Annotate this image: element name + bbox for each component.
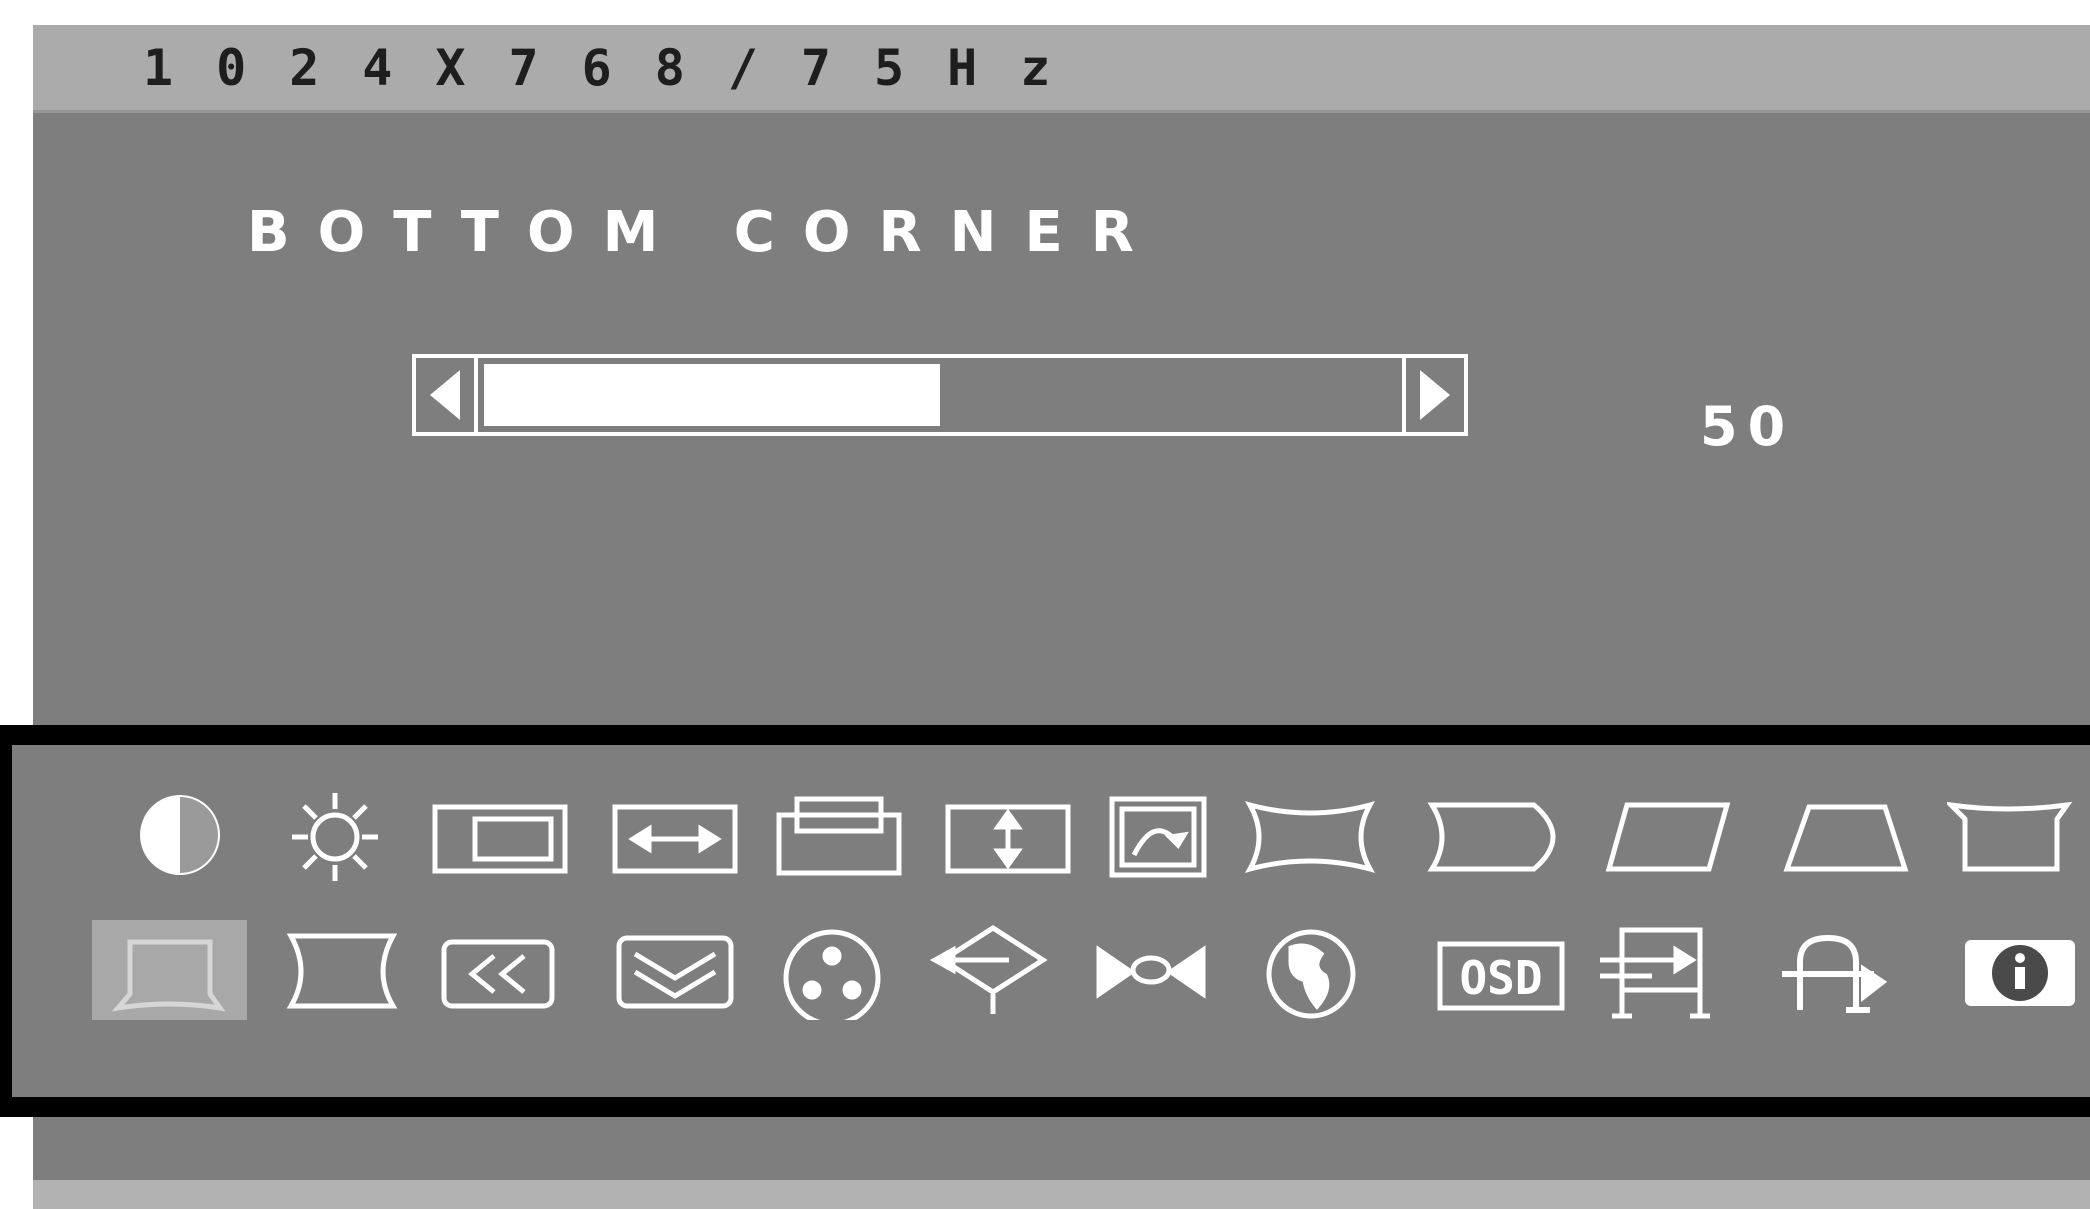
bottom-corner-slider[interactable] (412, 354, 1468, 436)
svg-text:OSD: OSD (1459, 951, 1542, 1005)
right-arrow-icon (1420, 370, 1450, 420)
resolution-readout: 1024X768/75Hz (143, 39, 1094, 97)
tilt-icon[interactable] (1104, 785, 1234, 885)
osd-position-icon[interactable] (1592, 920, 1722, 1020)
contrast-icon[interactable] (115, 785, 245, 885)
pincushion-icon[interactable] (1240, 785, 1376, 885)
slider-value: 50 (1700, 395, 1796, 458)
h-position-icon[interactable] (605, 785, 738, 885)
color-icon[interactable] (770, 920, 900, 1020)
h-size-icon[interactable] (425, 785, 568, 885)
bottom-strip (33, 1180, 2090, 1209)
top-corner-icon[interactable] (1947, 785, 2077, 885)
resolution-bar: 1024X768/75Hz (33, 25, 2090, 113)
v-position-icon[interactable] (938, 785, 1071, 885)
parallelogram-icon[interactable] (1597, 785, 1731, 885)
side-pincushion-icon[interactable] (277, 920, 407, 1020)
input-icon[interactable] (929, 920, 1059, 1020)
moire-icon[interactable] (432, 920, 562, 1020)
information-icon[interactable] (1957, 920, 2087, 1020)
pin-balance-icon[interactable] (1422, 785, 1556, 885)
language-icon[interactable] (1247, 920, 1377, 1020)
reset-icon[interactable] (1772, 920, 1902, 1020)
increase-arrow-button[interactable] (1402, 358, 1464, 432)
brightness-icon[interactable] (270, 785, 400, 885)
trapezoid-icon[interactable] (1777, 785, 1909, 885)
decrease-arrow-button[interactable] (416, 358, 478, 432)
slider-fill (484, 364, 940, 426)
v-size-icon[interactable] (769, 785, 902, 885)
icon-menu-panel: OSD (0, 725, 2090, 1117)
sharpness-icon[interactable] (1087, 920, 1217, 1020)
v-moire-icon[interactable] (609, 920, 739, 1020)
bottom-corner-icon[interactable] (92, 920, 247, 1020)
left-arrow-icon (430, 370, 460, 420)
menu-title: BOTTOM CORNER (247, 200, 1162, 265)
osd-icon[interactable]: OSD (1432, 920, 1565, 1020)
